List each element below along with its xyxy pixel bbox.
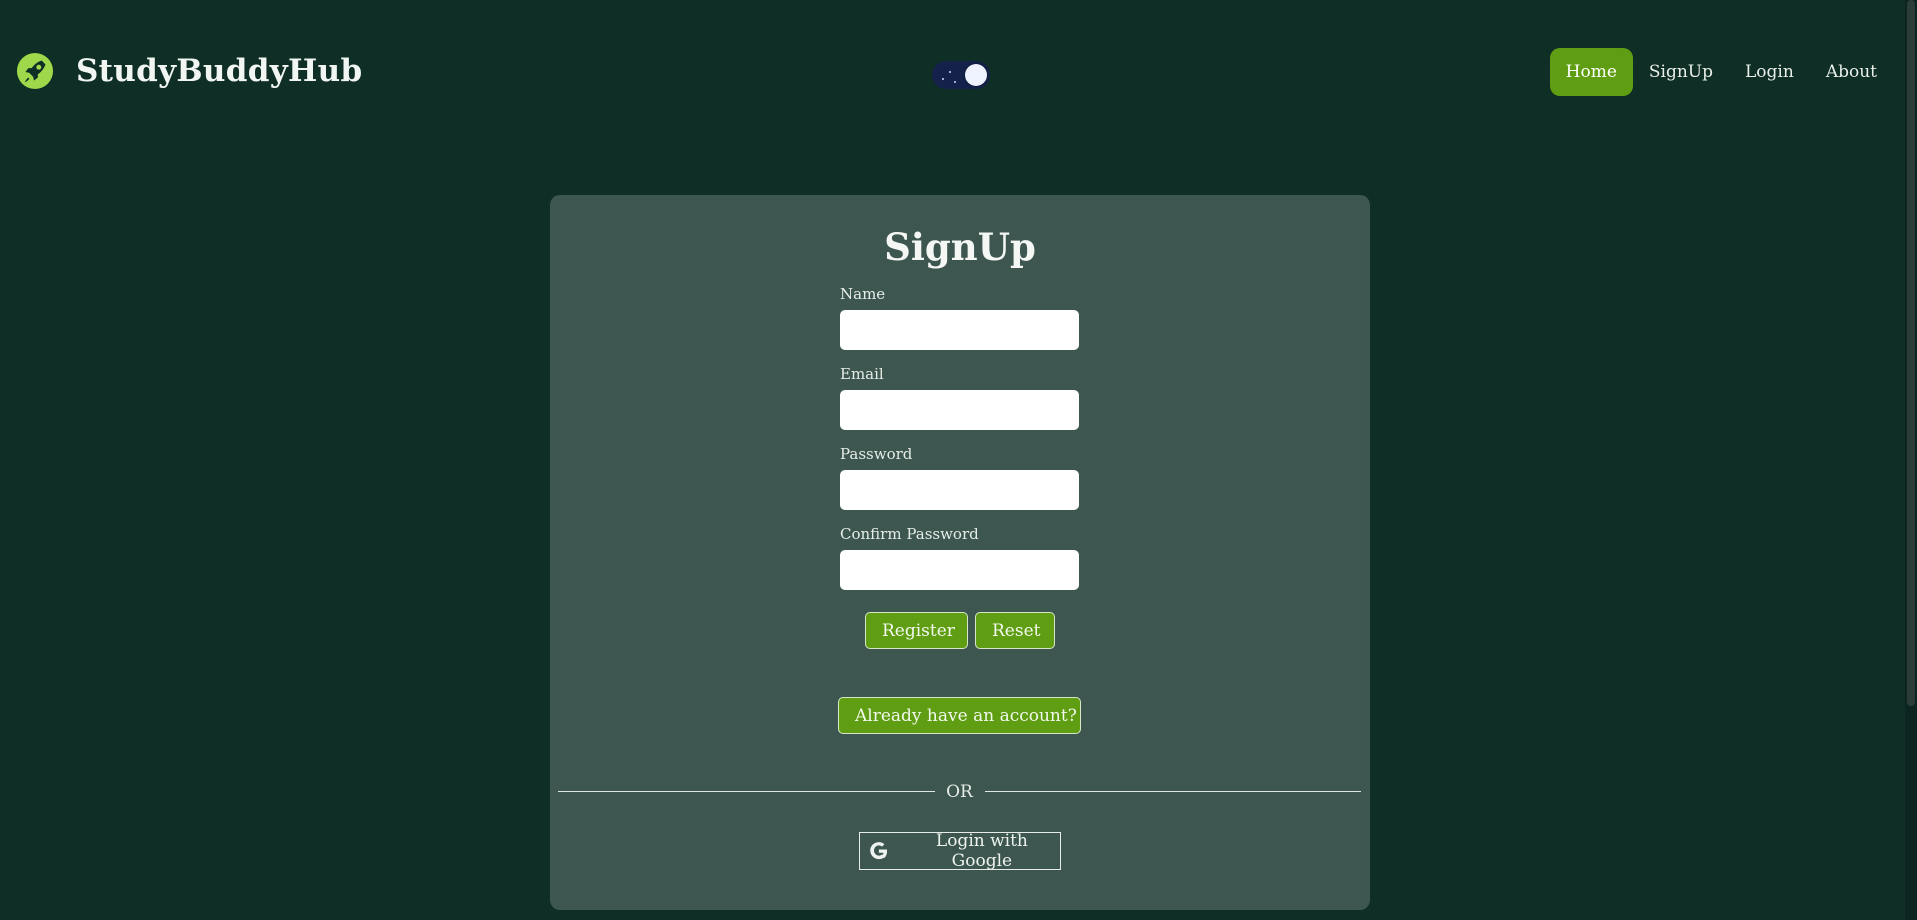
theme-toggle[interactable] [932, 61, 990, 89]
google-login-label: Login with Google [935, 831, 1028, 871]
star-icon [942, 78, 944, 80]
or-divider: OR [558, 782, 1361, 802]
rocket-icon [16, 52, 54, 90]
google-login-button[interactable]: Login with Google [859, 831, 1061, 871]
star-icon [949, 71, 951, 73]
email-label: Email [840, 365, 884, 383]
scrollbar-thumb[interactable] [1907, 0, 1915, 706]
signup-card: SignUp Name Email Password Confirm Passw… [550, 195, 1370, 910]
brand-name: StudyBuddyHub [76, 53, 363, 89]
divider-line-left [558, 791, 935, 792]
confirm-password-field-group: Confirm Password [840, 525, 1080, 590]
nav-about[interactable]: About [1810, 48, 1893, 96]
confirm-password-label: Confirm Password [840, 525, 979, 543]
nav-signup[interactable]: SignUp [1633, 48, 1729, 96]
name-label: Name [840, 285, 886, 303]
form-title: SignUp [884, 225, 1036, 269]
nav-login[interactable]: Login [1729, 48, 1810, 96]
email-input[interactable] [840, 390, 1079, 430]
email-field-group: Email [840, 365, 1080, 430]
confirm-password-input[interactable] [840, 550, 1079, 590]
page: StudyBuddyHub Home SignUp Login About Si… [0, 0, 1917, 920]
divider-line-right [985, 791, 1361, 792]
register-button[interactable]: Register [865, 612, 968, 649]
or-label: OR [946, 782, 973, 802]
name-input[interactable] [840, 310, 1079, 350]
star-icon [954, 81, 956, 83]
password-field-group: Password [840, 445, 1080, 510]
moon-icon [965, 64, 987, 86]
already-have-account-button[interactable]: Already have an account? [838, 697, 1081, 734]
nav-home[interactable]: Home [1549, 48, 1633, 96]
google-icon [870, 842, 888, 860]
password-label: Password [840, 445, 913, 463]
reset-button[interactable]: Reset [975, 612, 1055, 649]
main-nav: Home SignUp Login About [1549, 48, 1893, 96]
brand[interactable]: StudyBuddyHub [16, 52, 362, 90]
name-field-group: Name [840, 285, 1080, 350]
password-input[interactable] [840, 470, 1079, 510]
page-scrollbar[interactable] [1905, 0, 1917, 920]
site-header: StudyBuddyHub Home SignUp Login About [0, 0, 1905, 148]
